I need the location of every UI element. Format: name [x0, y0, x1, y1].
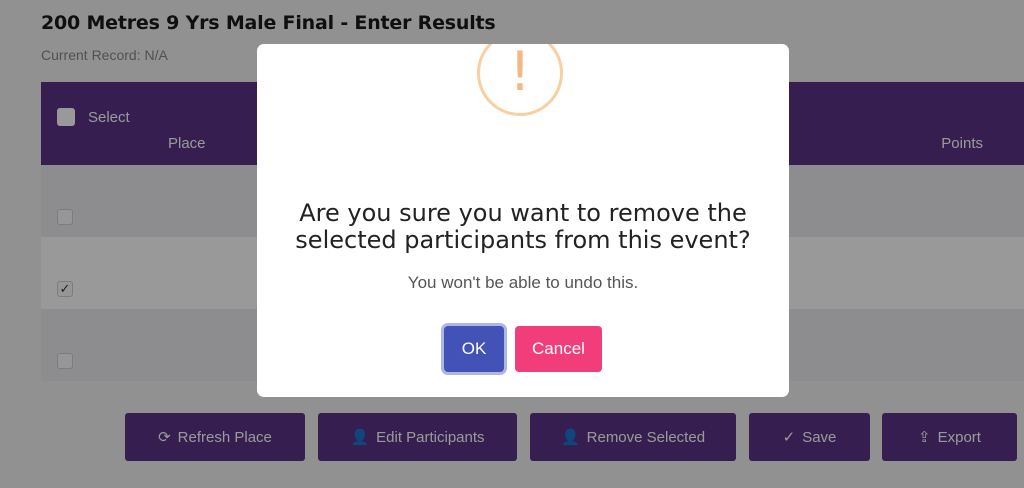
- warning-icon: !: [477, 44, 563, 116]
- confirm-dialog: ! Are you sure you want to remove the se…: [257, 44, 789, 397]
- dialog-message: You won't be able to undo this.: [407, 273, 639, 292]
- dialog-title: Are you sure you want to remove the sele…: [295, 199, 751, 254]
- cancel-button[interactable]: Cancel: [515, 326, 602, 372]
- results-page: 200 Metres 9 Yrs Male Final - Enter Resu…: [0, 0, 1024, 488]
- ok-button[interactable]: OK: [444, 326, 504, 372]
